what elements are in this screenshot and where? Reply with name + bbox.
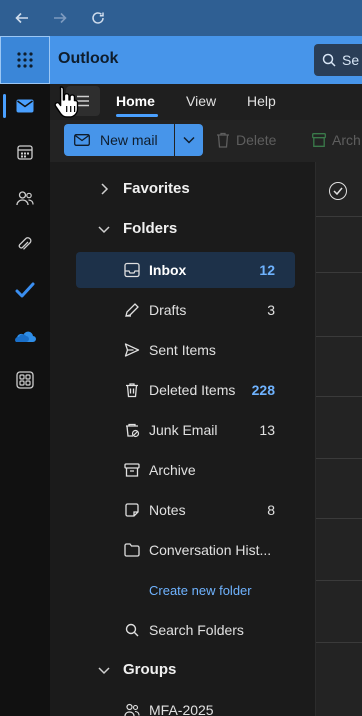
search-icon: [122, 620, 142, 640]
waffle-icon: [17, 52, 33, 68]
new-mail-dropdown-button[interactable]: [175, 124, 203, 156]
inbox-icon: [122, 260, 142, 280]
create-new-folder-link[interactable]: Create new folder: [149, 583, 252, 598]
folder-label: Notes: [149, 502, 186, 518]
folder-item-archive[interactable]: Archive: [76, 452, 295, 488]
onedrive-icon[interactable]: [0, 316, 50, 356]
favorites-section-header[interactable]: Favorites: [76, 171, 295, 207]
divider: [316, 518, 362, 519]
hand-cursor-icon: [54, 86, 79, 118]
back-arrow-icon[interactable]: [12, 8, 32, 28]
favorites-label: Favorites: [123, 180, 190, 197]
divider: [316, 580, 362, 581]
tab-help[interactable]: Help: [247, 93, 276, 109]
attachment-icon[interactable]: [0, 224, 50, 264]
search-icon: [322, 53, 336, 67]
folder-label: Drafts: [149, 302, 187, 318]
divider: [316, 458, 362, 459]
people-icon[interactable]: [0, 178, 50, 218]
refresh-icon[interactable]: [88, 8, 108, 28]
tab-view[interactable]: View: [186, 93, 216, 109]
drafts-icon: [122, 300, 142, 320]
item-count: 8: [267, 502, 275, 518]
archive-button[interactable]: Arch: [312, 132, 361, 148]
forward-arrow-icon[interactable]: [50, 8, 70, 28]
message-list: [315, 162, 362, 716]
folder-item-deleted[interactable]: Deleted Items 228: [76, 372, 295, 408]
search-input[interactable]: Se: [314, 44, 362, 76]
folders-section-header[interactable]: Folders: [76, 211, 295, 247]
chevron-down-icon: [98, 226, 110, 234]
tab-home[interactable]: Home: [116, 93, 155, 109]
group-icon: [122, 700, 142, 716]
folder-item-inbox[interactable]: Inbox 12: [76, 252, 295, 288]
folder-item-conversation-history[interactable]: Conversation Hist...: [76, 532, 295, 568]
folder-item-search-folders[interactable]: Search Folders: [76, 612, 295, 648]
folder-label: Deleted Items: [149, 382, 236, 398]
app-launcher-button[interactable]: [0, 36, 50, 84]
junk-icon: [122, 420, 142, 440]
folder-label: Inbox: [149, 262, 187, 278]
divider: [316, 336, 362, 337]
mail-icon[interactable]: [0, 86, 50, 126]
chevron-down-icon: [183, 136, 195, 144]
apps-icon[interactable]: [0, 360, 50, 400]
divider: [316, 642, 362, 643]
archive-label: Arch: [332, 132, 361, 148]
chevron-down-icon: [98, 667, 110, 675]
divider: [316, 272, 362, 273]
calendar-icon[interactable]: [0, 132, 50, 172]
folder-item-notes[interactable]: Notes 8: [76, 492, 295, 528]
folders-label: Folders: [123, 220, 178, 237]
delete-button[interactable]: Delete: [216, 132, 276, 148]
sent-icon: [122, 340, 142, 360]
item-count: 3: [267, 302, 275, 318]
group-label: MFA-2025: [149, 702, 214, 716]
divider: [316, 396, 362, 397]
groups-section-header[interactable]: Groups: [76, 652, 295, 688]
archive-icon: [122, 460, 142, 480]
folder-label: Search Folders: [149, 622, 244, 638]
item-count: 13: [259, 422, 275, 438]
select-all-checkbox[interactable]: [329, 182, 347, 200]
app-header: Outlook Se: [0, 36, 362, 84]
archive-icon: [312, 133, 326, 147]
folder-label: Conversation Hist...: [149, 542, 272, 558]
compose-icon: [74, 134, 90, 146]
folder-icon: [122, 540, 142, 560]
delete-label: Delete: [236, 132, 277, 148]
unread-count: 12: [259, 262, 275, 278]
folder-label: Junk Email: [149, 422, 218, 438]
folder-item-junk[interactable]: Junk Email 13: [76, 412, 295, 448]
folder-item-sent[interactable]: Sent Items: [76, 332, 295, 368]
groups-label: Groups: [123, 661, 177, 678]
divider: [316, 216, 362, 217]
search-placeholder: Se: [342, 52, 360, 68]
folder-label: Sent Items: [149, 342, 216, 358]
todo-icon[interactable]: [0, 270, 50, 310]
notes-icon: [122, 500, 142, 520]
app-rail: [0, 84, 50, 716]
browser-toolbar: [0, 0, 362, 36]
group-item[interactable]: MFA-2025: [76, 692, 295, 716]
new-mail-button[interactable]: New mail: [64, 124, 174, 156]
trash-icon: [217, 132, 229, 148]
new-mail-label: New mail: [100, 132, 158, 148]
folder-label: Archive: [149, 462, 196, 478]
folder-item-drafts[interactable]: Drafts 3: [76, 292, 295, 328]
trash-icon: [122, 380, 142, 400]
app-title: Outlook: [58, 50, 119, 67]
chevron-right-icon: [101, 183, 109, 195]
active-tab-indicator: [116, 114, 158, 117]
checkmark-icon: [333, 187, 343, 195]
unread-count: 228: [251, 382, 275, 398]
